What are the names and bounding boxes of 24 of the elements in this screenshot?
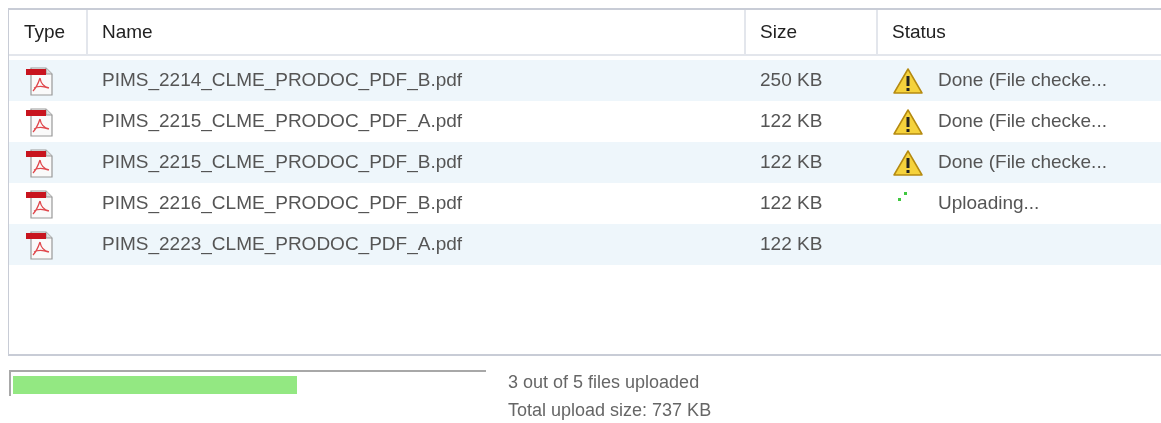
- file-name: PIMS_2215_CLME_PRODOC_PDF_B.pdf: [102, 151, 463, 173]
- warning-icon: [892, 148, 924, 177]
- column-header[interactable]: Size: [746, 10, 878, 54]
- status-text: Done (File checke...: [938, 109, 1107, 134]
- file-name: PIMS_2215_CLME_PRODOC_PDF_A.pdf: [102, 110, 463, 132]
- file-name: PIMS_2216_CLME_PRODOC_PDF_B.pdf: [102, 192, 463, 214]
- warning-icon: [892, 66, 924, 95]
- file-size: 122 KB: [760, 192, 823, 214]
- file-size: 122 KB: [760, 151, 823, 173]
- status-text: Uploading...: [938, 191, 1040, 216]
- column-header[interactable]: Status: [878, 10, 1161, 54]
- upload-summary: 3 out of 5 files uploaded: [508, 371, 701, 394]
- loading-icon: [898, 191, 908, 202]
- file-size: 122 KB: [760, 110, 823, 132]
- file-name: PIMS_2223_CLME_PRODOC_PDF_A.pdf: [102, 233, 463, 255]
- column-header[interactable]: Type: [9, 10, 88, 54]
- total-size: Total upload size: 737 KB: [508, 399, 712, 422]
- file-name: PIMS_2214_CLME_PRODOC_PDF_B.pdf: [102, 69, 463, 91]
- file-size: 250 KB: [760, 69, 823, 91]
- status-text: Done (File checke...: [938, 68, 1107, 93]
- file-size: 122 KB: [760, 233, 823, 255]
- column-header[interactable]: Name: [88, 10, 746, 54]
- status-text: Done (File checke...: [938, 150, 1107, 175]
- warning-icon: [892, 107, 924, 136]
